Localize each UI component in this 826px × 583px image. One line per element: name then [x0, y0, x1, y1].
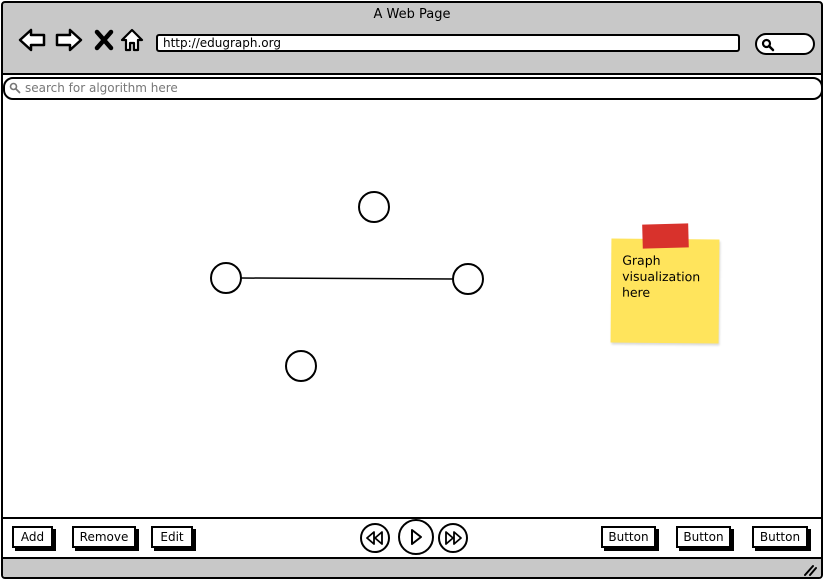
rewind-icon: [366, 531, 383, 545]
fast-forward-icon: [445, 531, 462, 545]
play-button[interactable]: [398, 519, 434, 555]
forward-arrow-icon[interactable]: [54, 25, 84, 55]
tape-decoration: [642, 223, 689, 249]
search-icon: [761, 38, 775, 52]
browser-search-box[interactable]: [755, 33, 815, 55]
play-icon: [411, 529, 422, 545]
browser-window: A Web Page http://edugraph.org search fo…: [1, 1, 823, 579]
bottom-toolbar: Add Remove Edit Button Button Button: [3, 519, 821, 557]
rewind-button[interactable]: [360, 523, 390, 553]
resize-grip-icon[interactable]: [803, 564, 817, 576]
status-bar: [3, 557, 821, 577]
toolbar-button-2[interactable]: Button: [676, 526, 731, 548]
sticky-note: Graph visualization here: [610, 223, 720, 344]
toolbar-button-3[interactable]: Button: [752, 526, 808, 548]
toolbar-button-1[interactable]: Button: [601, 526, 656, 548]
edit-button[interactable]: Edit: [151, 526, 193, 548]
graph-node[interactable]: [358, 191, 390, 223]
back-arrow-icon[interactable]: [17, 25, 47, 55]
home-icon[interactable]: [117, 25, 147, 55]
graph-node[interactable]: [285, 350, 317, 382]
graph-node[interactable]: [452, 263, 484, 295]
page-content: search for algorithm here Graph visualiz…: [3, 73, 821, 519]
sticky-note-text: Graph visualization here: [621, 252, 701, 300]
add-button[interactable]: Add: [12, 526, 53, 548]
window-title: A Web Page: [373, 7, 451, 22]
remove-button[interactable]: Remove: [72, 526, 136, 548]
graph-edge: [240, 277, 455, 280]
stop-x-icon[interactable]: [89, 25, 119, 55]
graph-node[interactable]: [210, 262, 242, 294]
fast-forward-button[interactable]: [438, 523, 468, 553]
url-bar[interactable]: http://edugraph.org: [156, 34, 740, 52]
